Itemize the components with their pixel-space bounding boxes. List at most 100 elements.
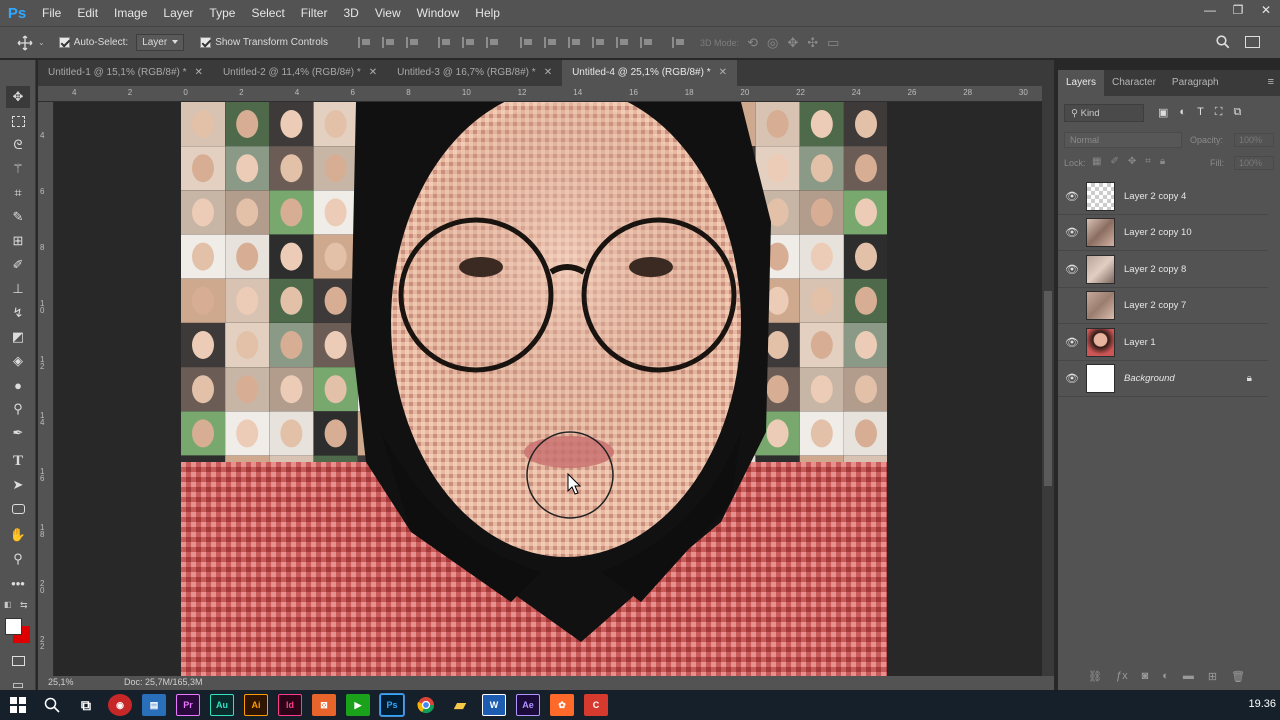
new-group-icon[interactable]: ▬ <box>1183 670 1194 683</box>
close-icon[interactable]: ✕ <box>719 60 727 86</box>
menu-layer[interactable]: Layer <box>155 0 201 26</box>
align-left-icon[interactable] <box>438 37 451 48</box>
vertical-scrollbar[interactable] <box>1042 86 1054 676</box>
indesign-app-icon[interactable]: Id <box>278 694 302 716</box>
marquee-tool-icon[interactable] <box>6 110 30 132</box>
distribute-left-icon[interactable] <box>592 37 605 48</box>
tab-paragraph[interactable]: Paragraph <box>1164 70 1227 96</box>
eye-icon[interactable]: 👁︎ <box>1058 190 1086 203</box>
move-tool-icon[interactable]: ✥ <box>6 86 30 108</box>
menu-file[interactable]: File <box>34 0 69 26</box>
new-layer-icon[interactable]: ⊞ <box>1208 670 1217 683</box>
task-view-icon[interactable]: ⧉ <box>74 694 98 716</box>
eyedropper-tool-icon[interactable]: ✎ <box>6 206 30 228</box>
photoshop-app-icon[interactable]: Ps <box>379 693 405 717</box>
layer-row[interactable]: 👁︎ Layer 2 copy 8 <box>1058 252 1268 288</box>
move-tool-preset-icon[interactable] <box>12 35 38 51</box>
layer-row[interactable]: 👁︎ Layer 2 copy 10 <box>1058 215 1268 251</box>
workspace-icon[interactable] <box>1245 36 1260 48</box>
menu-type[interactable]: Type <box>201 0 243 26</box>
swap-colors-icon[interactable]: ⇆ <box>20 600 28 611</box>
close-icon[interactable]: ✕ <box>195 60 203 86</box>
word-app-icon[interactable]: W <box>482 694 506 716</box>
file-app-icon[interactable]: ▤ <box>142 694 166 716</box>
after-effects-app-icon[interactable]: Ae <box>516 694 540 716</box>
search-icon[interactable] <box>1216 35 1230 52</box>
filter-kind-dropdown[interactable]: ⚲ Kind <box>1064 104 1144 122</box>
search-icon[interactable] <box>40 694 64 716</box>
layer-row[interactable]: Layer 2 copy 7 <box>1058 288 1268 324</box>
align-right-icon[interactable] <box>486 37 499 48</box>
menu-select[interactable]: Select <box>243 0 292 26</box>
auto-align-icon[interactable] <box>672 37 685 48</box>
show-transform-checkbox[interactable]: Show Transform Controls <box>200 37 328 48</box>
paint-bucket-tool-icon[interactable]: ◈ <box>6 350 30 372</box>
menu-3d[interactable]: 3D <box>335 0 366 26</box>
align-top-icon[interactable] <box>358 37 371 48</box>
align-vcenter-icon[interactable] <box>382 37 395 48</box>
default-colors-icon[interactable]: ◧ <box>4 600 14 610</box>
align-bottom-icon[interactable] <box>406 37 419 48</box>
zoom-tool-icon[interactable]: ⚲ <box>6 548 30 570</box>
minimize-button[interactable]: — <box>1196 0 1224 20</box>
panel-menu-icon[interactable]: ≡ <box>1268 76 1274 88</box>
quick-mask-icon[interactable] <box>6 650 30 672</box>
distribute-bottom-icon[interactable] <box>568 37 581 48</box>
filter-adjustment-icon[interactable]: ◐ <box>1179 106 1186 119</box>
layer-style-icon[interactable]: ƒx <box>1116 670 1128 683</box>
filter-smart-object-icon[interactable]: ⧉ <box>1234 106 1242 119</box>
close-icon[interactable]: ✕ <box>544 60 552 86</box>
file-explorer-icon[interactable]: ▰ <box>448 694 472 716</box>
tab-layers[interactable]: Layers <box>1058 70 1105 96</box>
more-tools-icon[interactable]: ••• <box>6 572 30 594</box>
lock-image-icon[interactable]: ✐ <box>1110 156 1118 167</box>
layer-row[interactable]: 👁︎ Layer 2 copy 4 <box>1058 179 1268 215</box>
3d-slide-icon[interactable]: ✣ <box>807 35 818 51</box>
close-icon[interactable]: ✕ <box>369 60 377 86</box>
link-layers-icon[interactable]: ⛓ <box>1088 670 1102 683</box>
type-tool-icon[interactable]: T <box>6 450 30 472</box>
eraser-tool-icon[interactable]: ◩ <box>6 326 30 348</box>
layer-row[interactable]: 👁︎ Background 🔒︎ <box>1058 361 1268 397</box>
auto-select-checkbox[interactable]: Auto-Select: <box>58 37 128 48</box>
lock-artboard-icon[interactable]: ⌗ <box>1145 156 1151 167</box>
illustrator-app-icon[interactable]: Ai <box>244 694 268 716</box>
brush-tool-icon[interactable]: ✐ <box>6 254 30 276</box>
tab-untitled-2[interactable]: Untitled-2 @ 11,4% (RGB/8#) * ✕ <box>213 60 387 86</box>
menu-image[interactable]: Image <box>106 0 155 26</box>
crop-tool-icon[interactable]: ⌗ <box>6 182 30 204</box>
lock-position-icon[interactable]: ✥ <box>1128 156 1136 167</box>
filter-shape-icon[interactable]: ⛶ <box>1215 106 1223 119</box>
hand-tool-icon[interactable]: ✋ <box>6 524 30 546</box>
distribute-right-icon[interactable] <box>640 37 653 48</box>
auto-select-dropdown[interactable]: Layer <box>136 34 185 51</box>
blur-tool-icon[interactable]: ● <box>6 374 30 396</box>
premiere-app-icon[interactable]: Pr <box>176 694 200 716</box>
layer-mask-icon[interactable]: ◙ <box>1142 670 1149 683</box>
audition-app-icon[interactable]: Au <box>210 694 234 716</box>
tab-untitled-1[interactable]: Untitled-1 @ 15,1% (RGB/8#) * ✕ <box>38 60 213 86</box>
menu-help[interactable]: Help <box>467 0 508 26</box>
foreground-color-swatch[interactable] <box>5 618 22 635</box>
menu-view[interactable]: View <box>367 0 409 26</box>
history-brush-tool-icon[interactable]: ↯ <box>6 302 30 324</box>
zoom-level[interactable]: 25,1% <box>48 677 74 687</box>
eye-icon[interactable]: 👁︎ <box>1058 336 1086 349</box>
delete-layer-icon[interactable]: 🗑︎ <box>1231 670 1245 683</box>
tab-untitled-4[interactable]: Untitled-4 @ 25,1% (RGB/8#) * ✕ <box>562 60 738 86</box>
3d-roll-icon[interactable]: ◎ <box>767 35 778 51</box>
pen-tool-icon[interactable]: ✒ <box>6 422 30 444</box>
chrome-icon[interactable] <box>414 694 438 716</box>
chrome-like-app-icon[interactable]: ◉ <box>108 694 132 716</box>
clone-stamp-tool-icon[interactable]: ⊥ <box>6 278 30 300</box>
lasso-tool-icon[interactable]: ᘓ <box>6 134 30 156</box>
vertical-scroll-thumb[interactable] <box>1044 291 1052 486</box>
dodge-tool-icon[interactable]: ⚲ <box>6 398 30 420</box>
distribute-vcenter-icon[interactable] <box>544 37 557 48</box>
tab-character[interactable]: Character <box>1104 70 1164 96</box>
healing-brush-tool-icon[interactable]: ⊞ <box>6 230 30 252</box>
eye-icon[interactable]: 👁︎ <box>1058 263 1086 276</box>
layer-row[interactable]: 👁︎ Layer 1 <box>1058 325 1268 361</box>
red-app-icon[interactable]: C <box>584 694 608 716</box>
orange-media-app-icon[interactable]: ✿ <box>550 694 574 716</box>
